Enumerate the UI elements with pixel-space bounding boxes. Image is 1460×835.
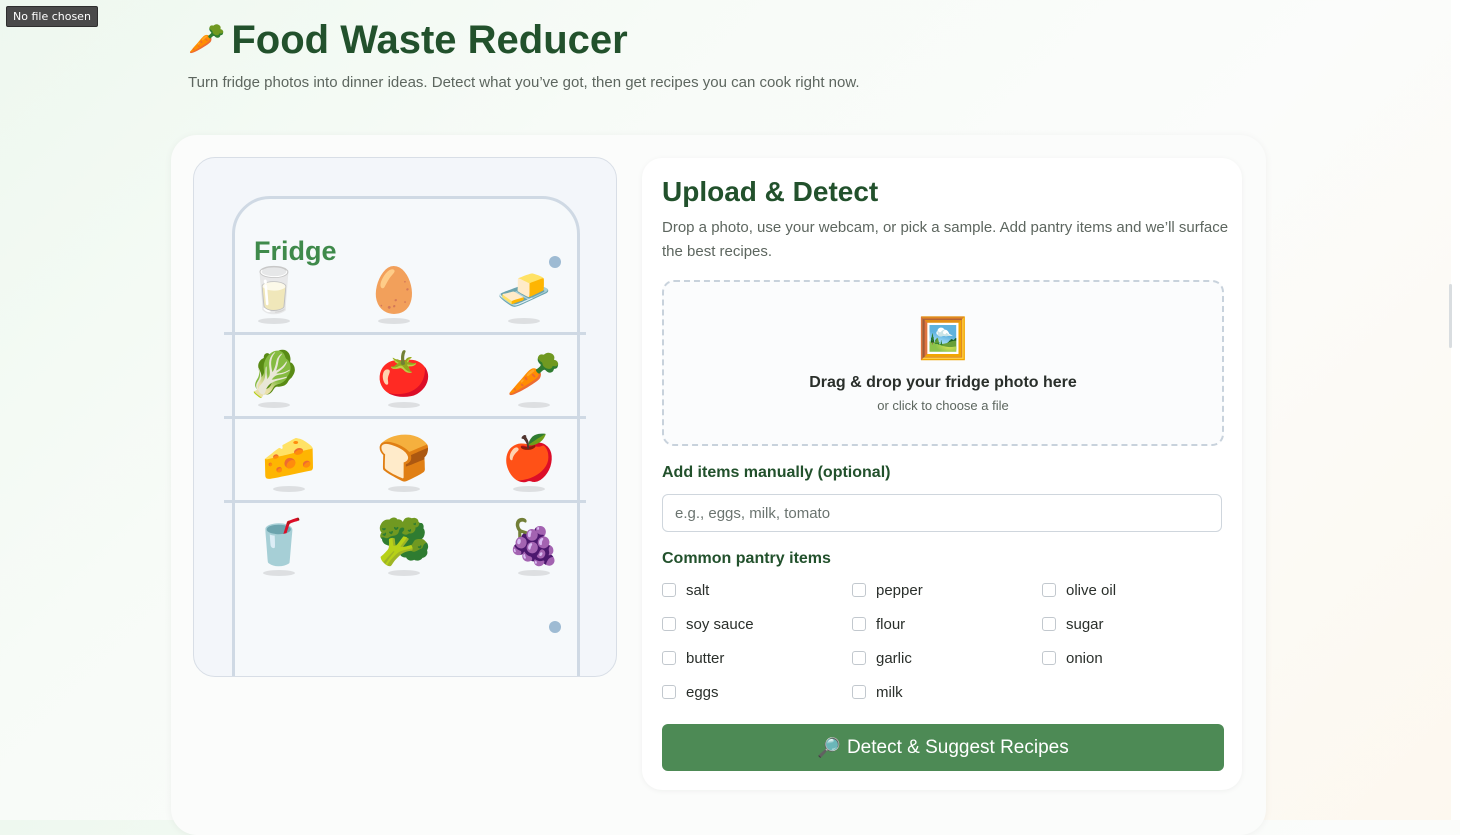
drink-cup-icon: 🥤 xyxy=(249,518,309,576)
pantry-item[interactable]: pepper xyxy=(852,580,1042,600)
page-title-text: Food Waste Reducer xyxy=(231,18,628,62)
fridge-knob-bottom xyxy=(549,621,561,633)
bread-icon: 🍞 xyxy=(374,434,434,492)
pantry-item-label: flour xyxy=(876,615,906,633)
pantry-checkbox[interactable] xyxy=(852,617,866,631)
pantry-item[interactable]: olive oil xyxy=(1042,580,1232,600)
fridge-label: Fridge xyxy=(254,236,337,266)
cheese-icon: 🧀 xyxy=(259,434,319,492)
grapes-icon: 🍇 xyxy=(504,518,564,576)
pantry-item-label: butter xyxy=(686,649,725,667)
pantry-item[interactable]: onion xyxy=(1042,648,1232,668)
side-panel-handle[interactable] xyxy=(1449,284,1452,348)
pantry-item-label: garlic xyxy=(876,649,912,667)
pantry-checkbox[interactable] xyxy=(662,651,676,665)
page-title: 🥕 Food Waste Reducer xyxy=(188,16,860,64)
pantry-checklist: salt pepper olive oil soy sauce flour sugar bu… xyxy=(662,580,1232,702)
broccoli-icon: 🥦 xyxy=(374,518,434,576)
pantry-checkbox[interactable] xyxy=(852,583,866,597)
upload-title: Upload & Detect xyxy=(662,176,879,207)
file-input-tooltip: No file chosen xyxy=(6,6,98,27)
pantry-item-label: salt xyxy=(686,581,710,599)
pantry-item[interactable]: eggs xyxy=(662,682,852,702)
pantry-checkbox[interactable] xyxy=(662,685,676,699)
pantry-item[interactable]: butter xyxy=(662,648,852,668)
pantry-item-label: onion xyxy=(1066,649,1103,667)
pantry-item-label: sugar xyxy=(1066,615,1104,633)
butter-icon: 🧈 xyxy=(494,266,554,324)
page-header: 🥕 Food Waste Reducer Turn fridge photos … xyxy=(188,16,860,91)
pantry-item-label: soy sauce xyxy=(686,615,754,633)
milk-glass-icon: 🥛 xyxy=(244,266,304,324)
pantry-checkbox[interactable] xyxy=(1042,583,1056,597)
pantry-item[interactable]: milk xyxy=(852,682,1042,702)
pantry-item-label: eggs xyxy=(686,683,719,701)
pantry-item[interactable]: garlic xyxy=(852,648,1042,668)
pantry-label: Common pantry items xyxy=(662,550,831,567)
pantry-item[interactable]: soy sauce xyxy=(662,614,852,634)
magnifier-icon: 🔎 xyxy=(817,737,841,759)
upload-description: Drop a photo, use your webcam, or pick a… xyxy=(662,219,1229,260)
pantry-checkbox[interactable] xyxy=(852,685,866,699)
dropzone-sub-text: or click to choose a file xyxy=(877,398,1009,413)
window-right-edge xyxy=(1451,0,1460,820)
pantry-item[interactable]: sugar xyxy=(1042,614,1232,634)
upload-panel: Upload & Detect Drop a photo, use your w… xyxy=(642,158,1242,790)
pantry-item-label: pepper xyxy=(876,581,923,599)
pantry-checkbox[interactable] xyxy=(662,617,676,631)
manual-items-label: Add items manually (optional) xyxy=(662,464,891,481)
apple-icon: 🍎 xyxy=(499,434,559,492)
detect-suggest-button[interactable]: 🔎 Detect & Suggest Recipes xyxy=(662,724,1224,771)
pantry-checkbox[interactable] xyxy=(1042,617,1056,631)
fridge-illustration: Fridge 🥛 🥚 🧈 🥬 🍅 🥕 🧀 🍞 🍎 🥤 🥦 🍇 xyxy=(193,157,617,677)
manual-items-input[interactable] xyxy=(662,494,1222,532)
page-subtitle: Turn fridge photos into dinner ideas. De… xyxy=(188,74,860,91)
pantry-checkbox[interactable] xyxy=(1042,651,1056,665)
egg-icon: 🥚 xyxy=(364,266,424,324)
photo-dropzone[interactable]: 🖼️ Drag & drop your fridge photo here or… xyxy=(662,280,1224,446)
carrot-icon: 🥕 xyxy=(188,23,226,56)
dropzone-main-text: Drag & drop your fridge photo here xyxy=(809,374,1077,391)
pantry-item-label: milk xyxy=(876,683,903,701)
picture-icon: 🖼️ xyxy=(918,317,968,361)
lettuce-icon: 🥬 xyxy=(244,350,304,408)
pantry-checkbox[interactable] xyxy=(662,583,676,597)
fridge-shelf xyxy=(224,332,586,335)
detect-button-label: Detect & Suggest Recipes xyxy=(846,736,1069,758)
tomato-icon: 🍅 xyxy=(374,350,434,408)
carrot-icon: 🥕 xyxy=(504,350,564,408)
fridge-shelf xyxy=(224,500,586,503)
pantry-item[interactable]: salt xyxy=(662,580,852,600)
pantry-item[interactable]: flour xyxy=(852,614,1042,634)
pantry-item-label: olive oil xyxy=(1066,581,1117,599)
fridge-shelf xyxy=(224,416,586,419)
pantry-checkbox[interactable] xyxy=(852,651,866,665)
